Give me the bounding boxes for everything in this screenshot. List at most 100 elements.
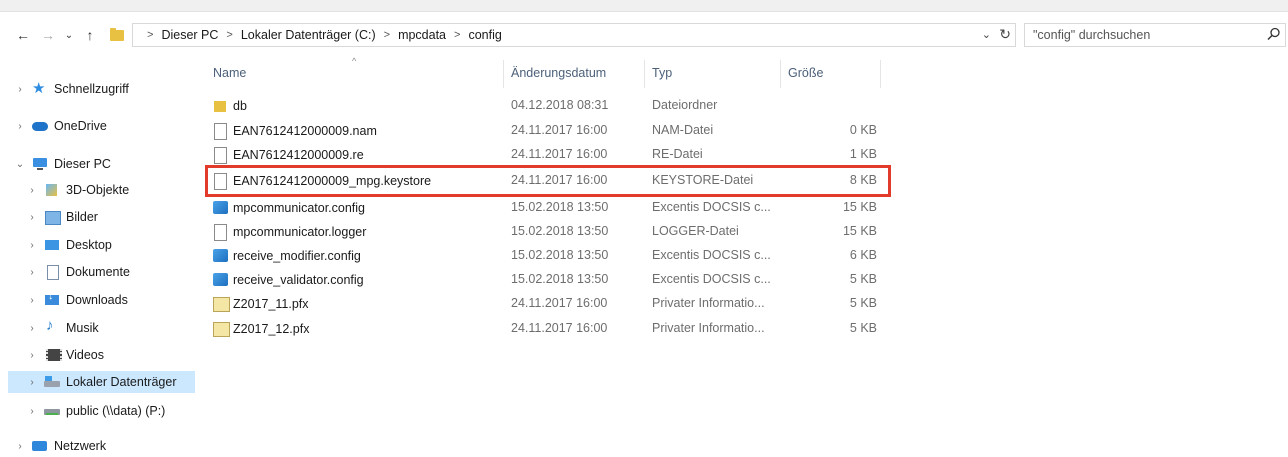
back-arrow-icon[interactable]: ← [14,24,32,46]
column-divider[interactable] [780,60,781,88]
file-name-cell: receive_validator.config [213,272,364,288]
sidebar-item-public-data[interactable]: › public (\\data) (P:) [0,400,165,422]
breadcrumb-config[interactable]: config [468,28,501,42]
computer-icon [32,157,48,171]
sidebar-item-label: Musik [66,321,99,335]
file-row-z2017-12[interactable]: Z2017_12.pfx 24.11.2017 16:00 Privater I… [205,317,881,341]
file-name: EAN7612412000009.re [233,148,364,162]
expand-chevron-icon[interactable]: › [14,84,26,95]
expand-chevron-icon[interactable]: › [26,377,38,388]
expand-chevron-icon[interactable]: › [26,323,38,334]
sidebar-item-label: Bilder [66,210,98,224]
recent-locations-chevron-icon[interactable]: ⌄ [62,24,76,46]
breadcrumb-lokaler-datentraeger[interactable]: Lokaler Datenträger (C:) [241,28,376,42]
sidebar-item-label: OneDrive [54,119,107,133]
file-type: Excentis DOCSIS c... [652,248,771,262]
file-date: 15.02.2018 13:50 [511,248,609,262]
refresh-icon[interactable]: ↻ [999,26,1011,43]
documents-icon [44,265,60,280]
column-size[interactable]: Größe [788,66,823,80]
column-divider[interactable] [880,60,881,88]
expand-chevron-icon[interactable]: › [26,185,38,196]
sidebar-item-schnellzugriff[interactable]: › Schnellzugriff [0,78,129,100]
file-name-cell: db [213,98,247,114]
address-dropdown-chevron-icon[interactable]: ⌄ [982,28,991,41]
column-divider[interactable] [503,60,504,88]
file-date: 04.12.2018 08:31 [511,98,609,112]
breadcrumb: > Dieser PC > Lokaler Datenträger (C:) >… [139,28,502,42]
breadcrumb-separator-icon: > [147,29,154,41]
expand-chevron-icon[interactable]: › [26,267,38,278]
file-date: 24.11.2017 16:00 [511,296,608,310]
expand-chevron-icon[interactable]: › [26,212,38,223]
breadcrumb-dieser-pc[interactable]: Dieser PC [161,28,218,42]
sidebar-item-lokaler-datentraeger[interactable]: › Lokaler Datenträger [8,371,195,393]
column-date[interactable]: Änderungsdatum [511,66,606,80]
sidebar-item-label: Dokumente [66,265,130,279]
file-row-db[interactable]: db 04.12.2018 08:31 Dateiordner [205,94,881,118]
search-icon[interactable] [1267,27,1281,44]
certificate-icon [213,321,230,337]
sidebar-item-bilder[interactable]: › Bilder [0,206,98,228]
file-row-receive-modifier[interactable]: receive_modifier.config 15.02.2018 13:50… [205,244,881,268]
star-icon [32,79,48,97]
sidebar-item-label: public (\\data) (P:) [66,404,166,418]
file-row-nam[interactable]: EAN7612412000009.nam 24.11.2017 16:00 NA… [205,119,881,143]
file-row-mpcommunicator-config[interactable]: mpcommunicator.config 15.02.2018 13:50 E… [205,196,881,220]
desktop-icon [44,238,60,252]
address-row: ← → ⌄ ↑ > Dieser PC > Lokaler Datenträge… [0,20,1288,50]
file-row-re[interactable]: EAN7612412000009.re 24.11.2017 16:00 RE-… [205,143,881,167]
file-type: Privater Informatio... [652,296,765,310]
expand-chevron-icon[interactable]: › [26,240,38,251]
file-size: 5 KB [849,296,877,310]
sidebar-item-downloads[interactable]: › Downloads [0,289,128,311]
file-name-cell: receive_modifier.config [213,248,361,264]
music-icon [44,317,60,335]
expand-chevron-icon[interactable]: › [26,295,38,306]
sidebar-item-label: Desktop [66,238,112,252]
file-row-mpcommunicator-logger[interactable]: mpcommunicator.logger 15.02.2018 13:50 L… [205,220,881,244]
search-input[interactable]: "config" durchsuchen [1024,23,1286,47]
sidebar-item-label: Netzwerk [54,439,107,453]
file-type: Excentis DOCSIS c... [652,272,771,286]
sort-ascending-icon: ^ [352,56,357,66]
expand-chevron-icon[interactable]: › [14,121,26,132]
file-type: Excentis DOCSIS c... [652,200,771,214]
expand-chevron-icon[interactable]: › [26,406,38,417]
breadcrumb-mpcdata[interactable]: mpcdata [398,28,446,42]
collapse-chevron-icon[interactable]: ⌄ [14,159,26,170]
certificate-icon [213,296,230,312]
file-name: db [233,99,247,113]
column-name[interactable]: Name [213,66,246,80]
sidebar-item-dokumente[interactable]: › Dokumente [0,261,130,283]
sidebar-item-dieser-pc[interactable]: ⌄ Dieser PC [0,153,111,175]
column-header: ^ Name Änderungsdatum Typ Größe [205,56,881,92]
sidebar-item-3d-objekte[interactable]: › 3D-Objekte [0,179,129,201]
file-date: 24.11.2017 16:00 [511,321,608,335]
sidebar-item-label: Schnellzugriff [54,82,129,96]
ribbon-edge [0,0,1288,12]
file-row-receive-validator[interactable]: receive_validator.config 15.02.2018 13:5… [205,268,881,292]
address-bar[interactable]: > Dieser PC > Lokaler Datenträger (C:) >… [132,23,1016,47]
sidebar-item-netzwerk[interactable]: › Netzwerk [0,435,106,457]
file-size: 5 KB [849,321,877,335]
sidebar-item-label: Downloads [66,293,128,307]
up-arrow-icon[interactable]: ↑ [82,24,98,46]
file-name: mpcommunicator.config [233,201,366,215]
file-size: 0 KB [849,123,877,137]
column-divider[interactable] [644,60,645,88]
forward-arrow-icon[interactable]: → [40,24,56,46]
breadcrumb-separator-icon: > [454,29,461,41]
expand-chevron-icon[interactable]: › [26,350,38,361]
network-icon [32,439,48,453]
sidebar-item-onedrive[interactable]: › OneDrive [0,115,107,137]
sidebar-item-videos[interactable]: › Videos [0,344,104,366]
sidebar-item-desktop[interactable]: › Desktop [0,234,112,256]
sidebar-item-musik[interactable]: › Musik [0,317,99,339]
file-row-z2017-11[interactable]: Z2017_11.pfx 24.11.2017 16:00 Privater I… [205,292,881,316]
downloads-icon [44,290,60,307]
file-name: Z2017_12.pfx [233,322,310,336]
column-type[interactable]: Typ [652,66,672,80]
expand-chevron-icon[interactable]: › [14,441,26,452]
sidebar-item-label: Videos [66,348,104,362]
